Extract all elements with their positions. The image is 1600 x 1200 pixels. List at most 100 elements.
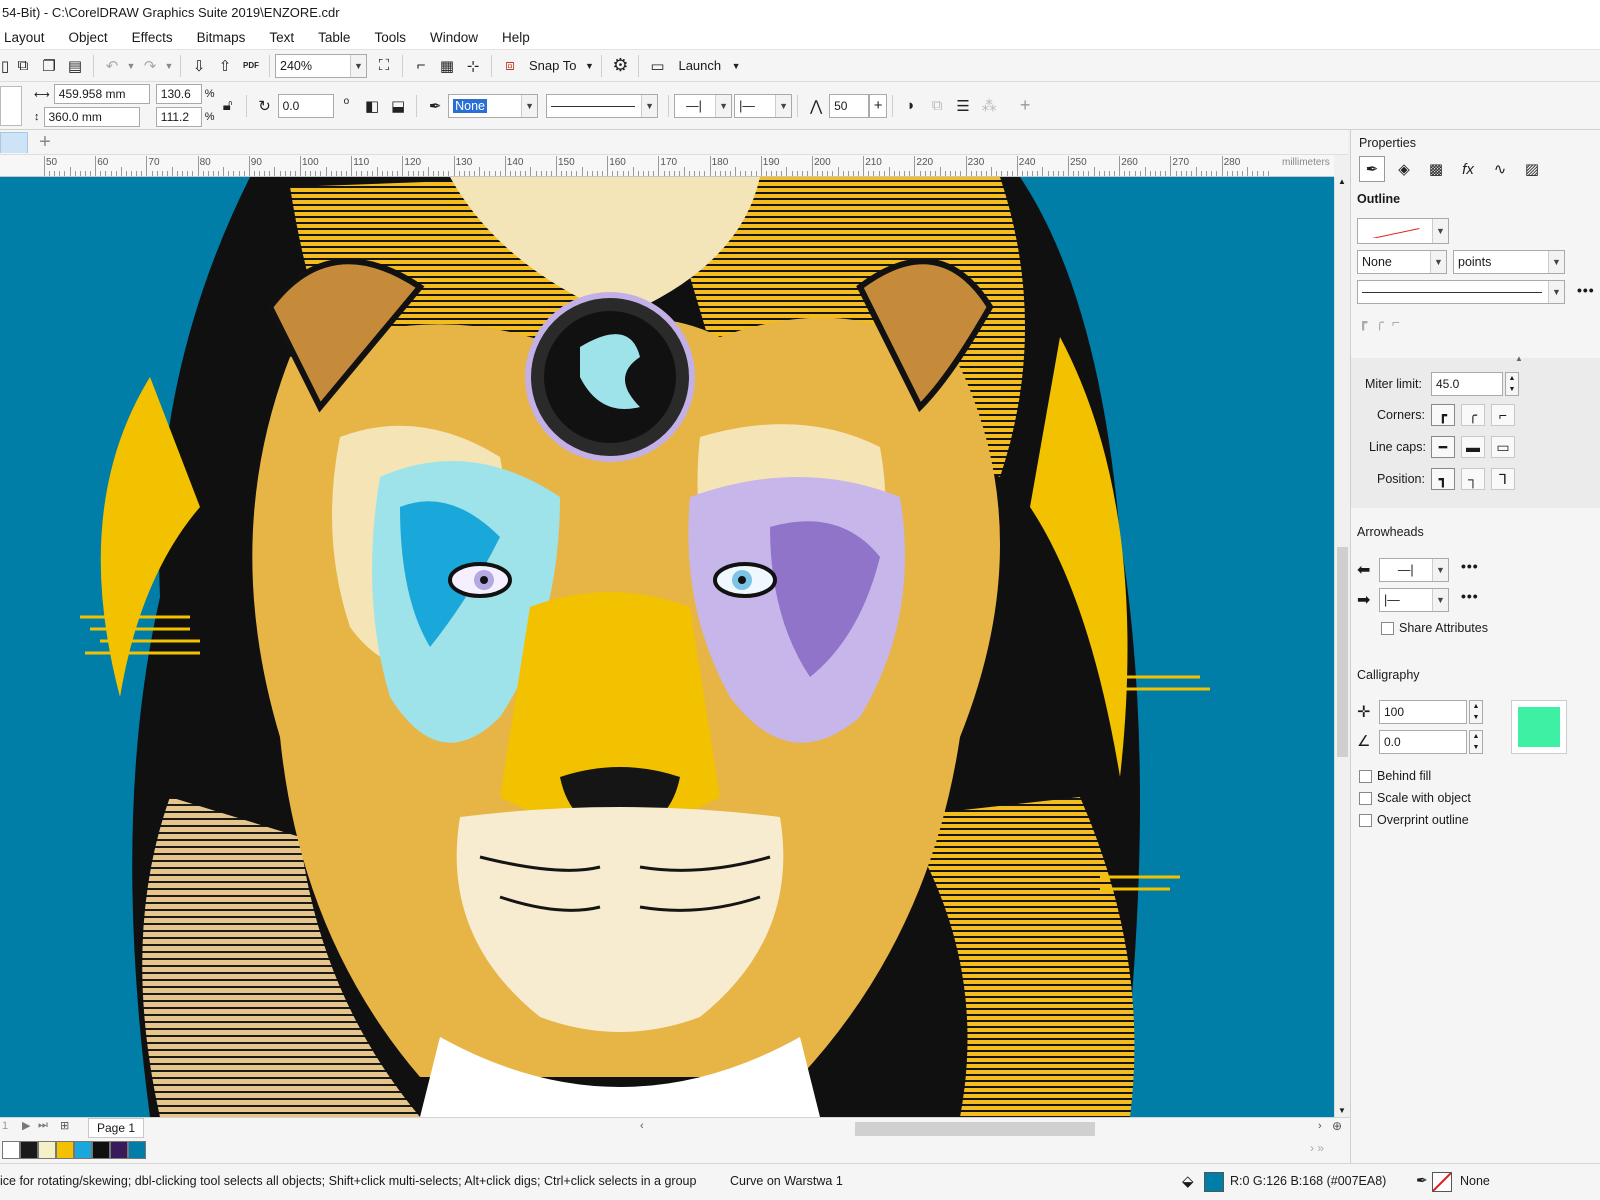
behind-fill-checkbox[interactable]	[1359, 770, 1372, 783]
vertical-scroll-thumb[interactable]	[1337, 547, 1348, 757]
fill-color-swatch[interactable]	[1204, 1172, 1224, 1192]
angle-spinner[interactable]: ▲ ▼	[1469, 730, 1483, 754]
document-tab[interactable]	[0, 132, 28, 153]
scroll-right-icon[interactable]: ›	[1318, 1120, 1322, 1132]
end-arrowhead-select[interactable]: |— ▼	[734, 93, 793, 118]
corner-miter-button[interactable]: ┏	[1431, 404, 1455, 426]
show-rulers-icon[interactable]: ⌐	[408, 53, 434, 79]
calligraphy-stretch-input[interactable]: 100	[1379, 700, 1467, 724]
palette-swatch[interactable]	[110, 1141, 128, 1159]
publish-pdf-icon[interactable]: PDF	[238, 53, 264, 79]
object-position-box[interactable]	[0, 85, 22, 126]
scroll-down-icon[interactable]: ▼	[1338, 1106, 1346, 1115]
more-line-styles-icon[interactable]: •••	[1577, 282, 1595, 298]
collapse-icon[interactable]: ▲	[1515, 354, 1523, 363]
outline-width-dropdown[interactable]: None ▼	[1357, 250, 1447, 274]
outline-tab-icon[interactable]: ✒	[1359, 156, 1385, 182]
stretch-spinner[interactable]: ▲ ▼	[1469, 700, 1483, 724]
overprint-outline-checkbox[interactable]	[1359, 814, 1372, 827]
outline-position-inside-button[interactable]: ⅂	[1491, 468, 1515, 490]
paste-icon[interactable]: ▤	[62, 53, 88, 79]
menu-window[interactable]: Window	[418, 25, 490, 50]
page-tab[interactable]: Page 1	[88, 1118, 145, 1138]
outline-pen-icon[interactable]: ✒	[422, 93, 448, 119]
snap-to-dropdown-icon[interactable]: ▼	[582, 53, 596, 79]
scale-y-input[interactable]: 111.2	[155, 107, 202, 127]
end-arrowhead-options-icon[interactable]: •••	[1461, 588, 1479, 604]
curve-smoothing-icon[interactable]: ⋀	[803, 93, 829, 119]
scroll-left-icon[interactable]: ‹	[640, 1120, 644, 1132]
mirror-horizontal-icon[interactable]: ◧	[359, 93, 385, 119]
horizontal-scroll-thumb[interactable]	[855, 1122, 1095, 1136]
menu-object[interactable]: Object	[57, 25, 120, 50]
drawing-canvas[interactable]	[0, 177, 1334, 1117]
bevel-join-icon[interactable]: ⌐	[1392, 314, 1400, 331]
palette-swatch[interactable]	[2, 1141, 20, 1159]
last-page-icon[interactable]: ⏭	[38, 1119, 48, 1132]
share-attributes-checkbox[interactable]	[1381, 622, 1394, 635]
snap-to-button[interactable]: Snap To	[523, 58, 582, 73]
corner-bevel-button[interactable]: ⌐	[1491, 404, 1515, 426]
curve-tab-icon[interactable]: ∿	[1487, 156, 1513, 182]
add-page-icon[interactable]: ⊞	[60, 1119, 69, 1132]
miter-limit-input[interactable]: 45.0	[1431, 372, 1503, 396]
menu-bitmaps[interactable]: Bitmaps	[185, 25, 258, 50]
import-icon[interactable]: ⇩	[186, 53, 212, 79]
units-select[interactable]: points ▼	[1453, 250, 1565, 274]
undo-dropdown-icon[interactable]: ▼	[125, 53, 137, 79]
cut-icon[interactable]: ⧉	[10, 53, 36, 79]
curve-smoothing-input[interactable]: 50	[829, 93, 870, 118]
show-guidelines-icon[interactable]: ⊹	[460, 53, 486, 79]
zoom-navigator-icon[interactable]: ⊕	[1332, 1119, 1342, 1133]
launch-dropdown-icon[interactable]: ▼	[729, 53, 743, 79]
end-arrowhead-dropdown[interactable]: |— ▼	[1379, 588, 1449, 612]
object-height-input[interactable]: 360.0 mm	[43, 107, 140, 127]
wrap-text-icon[interactable]: ☰	[950, 93, 976, 119]
fill-tab-icon[interactable]: ◈	[1391, 156, 1417, 182]
menu-effects[interactable]: Effects	[120, 25, 185, 50]
scroll-up-icon[interactable]: ▲	[1338, 177, 1346, 186]
quick-trace-icon[interactable]: ⁂	[976, 93, 1002, 119]
horizontal-ruler[interactable]: millimeters 50 60 70 80 90 100 110 120 130 140 150…	[0, 155, 1334, 177]
start-arrowhead-select[interactable]: —| ▼	[674, 93, 733, 118]
zoom-level-select[interactable]: 240% ▼	[275, 53, 367, 78]
options-gear-icon[interactable]: ⚙	[607, 53, 633, 79]
page-icon[interactable]: ▯	[0, 53, 10, 79]
cap-extended-button[interactable]: ▭	[1491, 436, 1515, 458]
close-curve-icon[interactable]: ◗	[898, 93, 924, 119]
calligraphy-nib-preview[interactable]	[1511, 700, 1567, 754]
export-icon[interactable]: ⇧	[212, 53, 238, 79]
rotation-angle-input[interactable]: 0.0	[277, 93, 334, 118]
vertical-scrollbar[interactable]: ▲ ▼	[1334, 177, 1350, 1117]
cap-round-button[interactable]: ▬	[1461, 436, 1485, 458]
palette-swatch[interactable]	[20, 1141, 38, 1159]
miter-join-icon[interactable]: ┏	[1359, 314, 1367, 331]
lion-artwork[interactable]	[0, 177, 1334, 1117]
line-style-dropdown[interactable]: ▼	[1357, 280, 1565, 304]
lock-ratio-icon[interactable]: 🔓︎	[215, 93, 241, 119]
undo-icon[interactable]: ↶	[99, 53, 125, 79]
transparency-tab-icon[interactable]: ▩	[1423, 156, 1449, 182]
calligraphy-angle-input[interactable]: 0.0	[1379, 730, 1467, 754]
palette-swatch[interactable]	[74, 1141, 92, 1159]
reduce-nodes-icon[interactable]: ⧉	[924, 93, 950, 119]
round-join-icon[interactable]: ╭	[1375, 314, 1383, 331]
corner-round-button[interactable]: ╭	[1461, 404, 1485, 426]
palette-swatch[interactable]	[128, 1141, 146, 1159]
launch-button[interactable]: Launch	[670, 58, 729, 73]
effects-tab-icon[interactable]: fx	[1455, 156, 1481, 182]
palette-swatch[interactable]	[56, 1141, 74, 1159]
scale-x-input[interactable]: 130.6	[155, 84, 202, 104]
line-style-select[interactable]: ▼	[546, 93, 659, 118]
full-screen-preview-icon[interactable]: ⛶	[371, 53, 397, 79]
smoothing-slider-icon[interactable]: +	[869, 93, 888, 118]
menu-layout[interactable]: Layout	[0, 25, 57, 50]
start-arrowhead-options-icon[interactable]: •••	[1461, 558, 1479, 574]
add-icon[interactable]: +	[1012, 93, 1038, 119]
next-page-icon[interactable]: ▶	[22, 1119, 30, 1132]
menu-help[interactable]: Help	[490, 25, 542, 50]
menu-text[interactable]: Text	[257, 25, 306, 50]
show-grid-icon[interactable]: ▦	[434, 53, 460, 79]
add-document-tab-icon[interactable]: +	[34, 131, 56, 153]
palette-swatch[interactable]	[38, 1141, 56, 1159]
